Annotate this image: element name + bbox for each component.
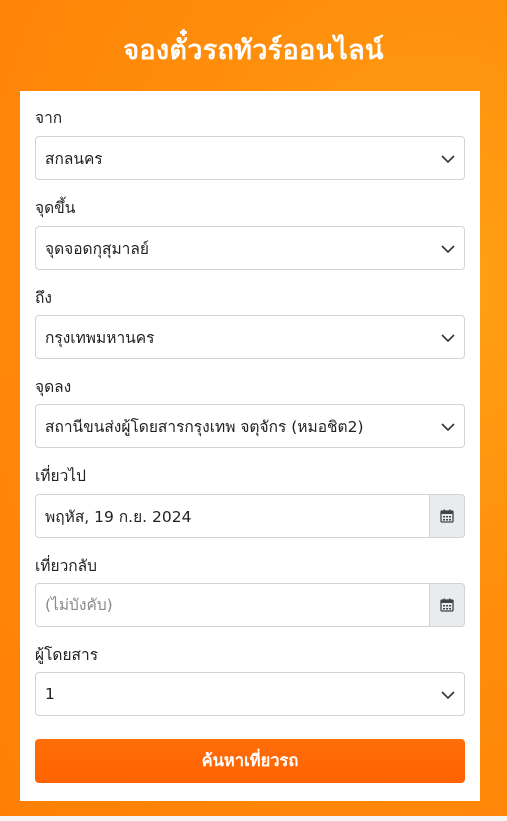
to-select[interactable]: กรุงเทพมหานคร: [35, 315, 465, 359]
dropoff-label: จุดลง: [35, 378, 72, 396]
chevron-down-icon: [441, 691, 455, 700]
page-title: จองตั๋วรถทัวร์ออนไลน์: [123, 35, 384, 66]
from-select[interactable]: สกลนคร: [35, 136, 465, 180]
pickup-label: จุดขึ้น: [35, 199, 76, 217]
to-select-value: กรุงเทพมหานคร: [45, 328, 155, 347]
depart-calendar-button[interactable]: [429, 495, 464, 537]
dropoff-select-value: สถานีขนส่งผู้โดยสารกรุงเทพ จตุจักร (หมอช…: [45, 417, 364, 436]
pickup-select[interactable]: จุดจอดกุสุมาลย์: [35, 226, 465, 270]
depart-date-input[interactable]: [36, 495, 429, 537]
depart-label: เที่ยวไป: [35, 467, 86, 485]
chevron-down-icon: [441, 155, 455, 164]
from-label: จาก: [35, 109, 63, 127]
depart-date-group: [35, 494, 465, 538]
chevron-down-icon: [441, 334, 455, 343]
pickup-select-value: จุดจอดกุสุมาลย์: [45, 239, 149, 258]
passengers-select-value: 1: [45, 685, 55, 703]
passengers-select[interactable]: 1: [35, 672, 465, 716]
calendar-icon: [440, 509, 454, 523]
booking-form: จาก สกลนคร จุดขึ้น จุดจอดกุสุมาลย์ ถึง ก…: [20, 91, 480, 801]
passengers-label: ผู้โดยสาร: [35, 646, 99, 664]
chevron-down-icon: [441, 423, 455, 432]
return-date-group: [35, 583, 465, 627]
return-calendar-button[interactable]: [429, 584, 464, 626]
from-select-value: สกลนคร: [45, 149, 103, 168]
chevron-down-icon: [441, 245, 455, 254]
return-date-input[interactable]: [36, 584, 429, 626]
to-label: ถึง: [35, 289, 52, 307]
return-label: เที่ยวกลับ: [35, 557, 98, 575]
search-trips-button[interactable]: ค้นหาเที่ยวรถ: [35, 739, 465, 783]
dropoff-select[interactable]: สถานีขนส่งผู้โดยสารกรุงเทพ จตุจักร (หมอช…: [35, 404, 465, 448]
calendar-icon: [440, 598, 454, 612]
